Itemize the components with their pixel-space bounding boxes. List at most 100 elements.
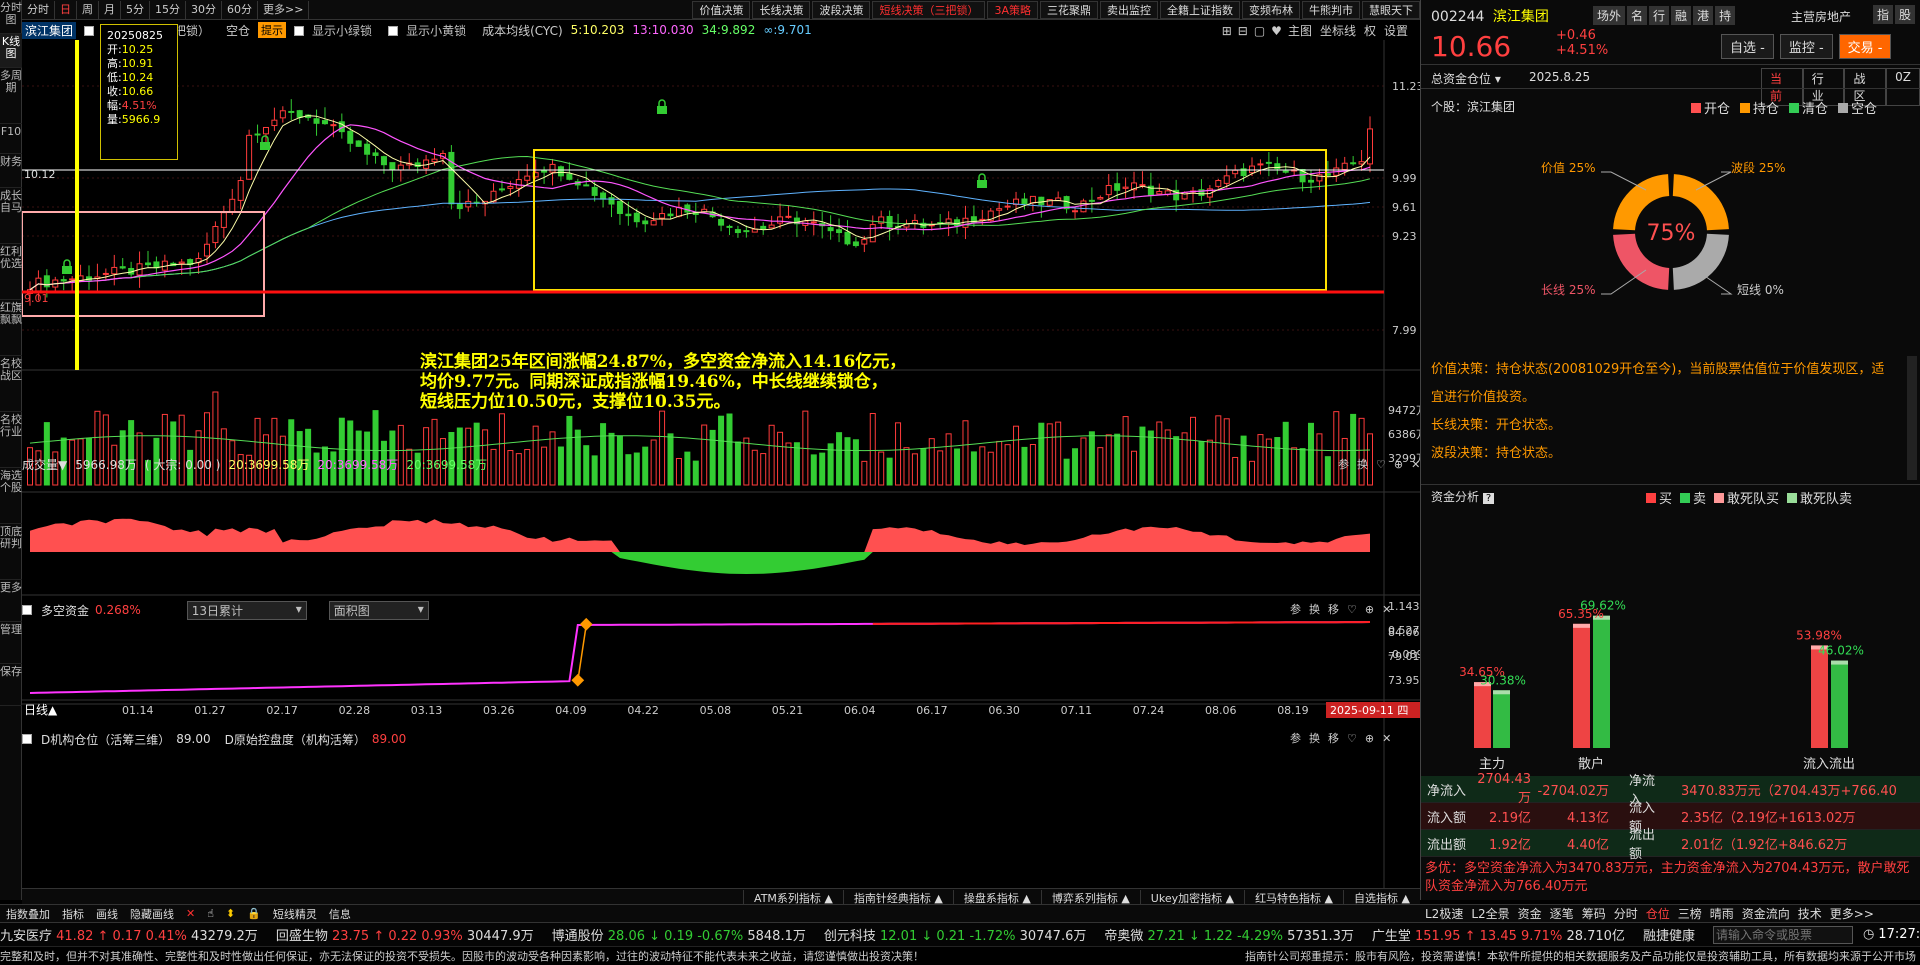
ticker-item[interactable]: 九安医疗 41.82 ↑ 0.17 0.41% 43279.2万 (0, 925, 258, 944)
strategy-tab[interactable]: 波段决策 (812, 0, 871, 19)
volume-label[interactable]: 成交量▼ (22, 456, 67, 473)
moneyflow-period-select[interactable]: 13日累计 ▾ (186, 600, 307, 620)
period-tab[interactable]: 分时 (22, 0, 55, 19)
right-bottom-tab[interactable]: L2全景 (1471, 905, 1509, 922)
strategy-tab[interactable]: 价值决策 (692, 0, 751, 19)
stock-tab[interactable]: 名 (1627, 6, 1648, 25)
left-nav-item[interactable]: 名校战区 (0, 356, 22, 412)
strategy-tab[interactable]: 短线决策（三把锁） (872, 0, 986, 19)
left-nav-item[interactable]: 管理 (0, 622, 22, 664)
panel-tool-icon[interactable]: ♡ (1347, 603, 1357, 616)
period-tab[interactable]: 日 (55, 0, 77, 19)
moneyflow-checkbox[interactable] (22, 605, 32, 615)
strategy-tab[interactable]: 长线决策 (752, 0, 811, 19)
left-nav-item[interactable]: F10 (0, 124, 22, 154)
show-green-lock[interactable]: 显示小绿锁 (294, 22, 380, 39)
panel-tool[interactable]: 移 (1328, 603, 1339, 616)
ticker-item[interactable]: 帝奥微 27.21 ↓ 1.22 -4.29% 57351.3万 (1104, 925, 1354, 944)
draw-tool[interactable]: 短线精灵 (273, 906, 317, 922)
draw-tool[interactable]: 信息 (329, 906, 351, 922)
chart-tool[interactable]: 主图 (1288, 24, 1312, 38)
chart-tool[interactable]: 设置 (1384, 24, 1408, 38)
chart-tool-icon[interactable]: ⊟ (1238, 24, 1248, 38)
left-nav-item[interactable]: 名校行业 (0, 412, 22, 468)
panel-tool-icon[interactable]: ⊕ (1365, 732, 1374, 745)
left-nav-item[interactable]: 红利优选 (0, 244, 22, 300)
action-button[interactable]: 监控 - (1779, 34, 1833, 59)
panel-tool-icon[interactable]: ♡ (1376, 458, 1386, 471)
period-tab[interactable]: 15分 (150, 0, 186, 19)
period-tab[interactable]: 周 (77, 0, 99, 19)
ticker-item[interactable]: 回盛生物 23.75 ↑ 0.22 0.93% 30447.9万 (276, 925, 534, 944)
close-icon[interactable]: ✕ (186, 907, 195, 920)
stock-tab[interactable]: 持 (1715, 6, 1736, 25)
indicator-checkbox[interactable] (84, 26, 95, 36)
panel-tool[interactable]: 换 (1357, 458, 1368, 471)
strategy-tab[interactable]: 慧眼天下 (1362, 0, 1420, 19)
strategy-tab[interactable]: 变频布林 (1242, 0, 1300, 19)
action-button[interactable]: 交易 - (1838, 34, 1892, 59)
left-nav-item[interactable]: 财务 (0, 154, 22, 188)
stock-tab[interactable]: 行 (1649, 6, 1670, 25)
left-nav-item[interactable]: 保存 (0, 664, 22, 706)
right-bottom-tab[interactable]: 分时 (1614, 905, 1638, 922)
left-nav-item[interactable]: 成长自马 (0, 188, 22, 244)
strategy-tab[interactable]: 3A策略 (987, 0, 1038, 19)
right-bottom-tab[interactable]: 资金流向 (1742, 905, 1790, 922)
scrollbar[interactable] (1907, 356, 1917, 480)
right-bottom-tab[interactable]: 技术 (1798, 905, 1822, 922)
left-nav-item[interactable]: 分时图 (0, 0, 22, 34)
stock-tab[interactable]: 场外 (1593, 6, 1626, 25)
chart-tool[interactable]: 权 (1364, 24, 1376, 38)
institution-checkbox[interactable] (22, 734, 32, 744)
panel-tool[interactable]: 参 (1290, 603, 1301, 616)
top-button[interactable]: 股 (1895, 5, 1916, 24)
help-icon[interactable]: ? (1482, 493, 1495, 504)
period-tab[interactable]: 5分 (121, 0, 150, 19)
period-tab[interactable]: 30分 (186, 0, 222, 19)
left-nav-item[interactable]: 更多 (0, 580, 22, 622)
panel-tool[interactable]: 换 (1309, 732, 1320, 745)
position-tab[interactable]: 0Z (1886, 68, 1920, 106)
ticker-item[interactable]: 博通股份 28.06 ↓ 0.19 -0.67% 5848.1万 (552, 925, 806, 944)
lock-icon[interactable]: 🔒 (247, 907, 261, 920)
panel-tool[interactable]: 移 (1328, 732, 1339, 745)
move-icon[interactable]: ⬍ (226, 907, 235, 920)
strategy-tab[interactable]: 卖出监控 (1100, 0, 1158, 19)
panel-tool-icon[interactable]: ⊕ (1394, 458, 1403, 471)
right-bottom-tab[interactable]: 筹码 (1582, 905, 1606, 922)
chart-tool[interactable]: 坐标线 (1320, 24, 1356, 38)
action-button[interactable]: 自选 - (1721, 34, 1774, 59)
left-nav-item[interactable]: 顶底研判 (0, 524, 22, 580)
chart-tool-icon[interactable]: ♥ (1271, 24, 1282, 38)
ticker-item[interactable]: 创元科技 12.01 ↓ 0.21 -1.72% 30747.6万 (824, 925, 1087, 944)
draw-tool[interactable]: 隐藏画线 (130, 906, 174, 922)
ticker-item[interactable]: 广生堂 151.95 ↑ 13.45 9.71% 28.710亿 (1372, 925, 1625, 944)
hand-icon[interactable]: ☝ (207, 907, 214, 920)
top-button[interactable]: 指 (1873, 5, 1894, 24)
period-tab[interactable]: 更多>> (258, 0, 310, 19)
right-bottom-tab[interactable]: 更多>> (1830, 905, 1874, 922)
panel-tool-icon[interactable]: ⊕ (1365, 603, 1374, 616)
strategy-tab[interactable]: 全籍上证指数 (1160, 0, 1240, 19)
draw-tool[interactable]: 指标 (62, 906, 84, 922)
panel-tool-icon[interactable]: ♡ (1347, 732, 1357, 745)
period-tab[interactable]: 月 (99, 0, 121, 19)
right-bottom-tab[interactable]: 仓位 (1646, 905, 1670, 922)
period-tab[interactable]: 60分 (222, 0, 258, 19)
panel-tool[interactable]: 参 (1290, 732, 1301, 745)
stock-tab[interactable]: 港 (1693, 6, 1714, 25)
right-bottom-tab[interactable]: 晴雨 (1710, 905, 1734, 922)
command-input[interactable] (1712, 925, 1853, 944)
left-nav-item[interactable]: K线图 (0, 34, 22, 68)
right-bottom-tab[interactable]: 逐笔 (1550, 905, 1574, 922)
left-nav-item[interactable]: 海选个股 (0, 468, 22, 524)
right-bottom-tab[interactable]: L2极速 (1425, 905, 1463, 922)
right-bottom-tab[interactable]: 资金 (1518, 905, 1542, 922)
ticker-item[interactable]: 融捷健康 (1643, 925, 1695, 944)
panel-tool[interactable]: 换 (1309, 603, 1320, 616)
strategy-tab[interactable]: 牛熊判市 (1302, 0, 1360, 19)
show-yellow-lock[interactable]: 显示小黄锁 (388, 22, 474, 39)
panel-tool-icon[interactable]: ✕ (1382, 732, 1391, 745)
draw-tool[interactable]: 画线 (96, 906, 118, 922)
